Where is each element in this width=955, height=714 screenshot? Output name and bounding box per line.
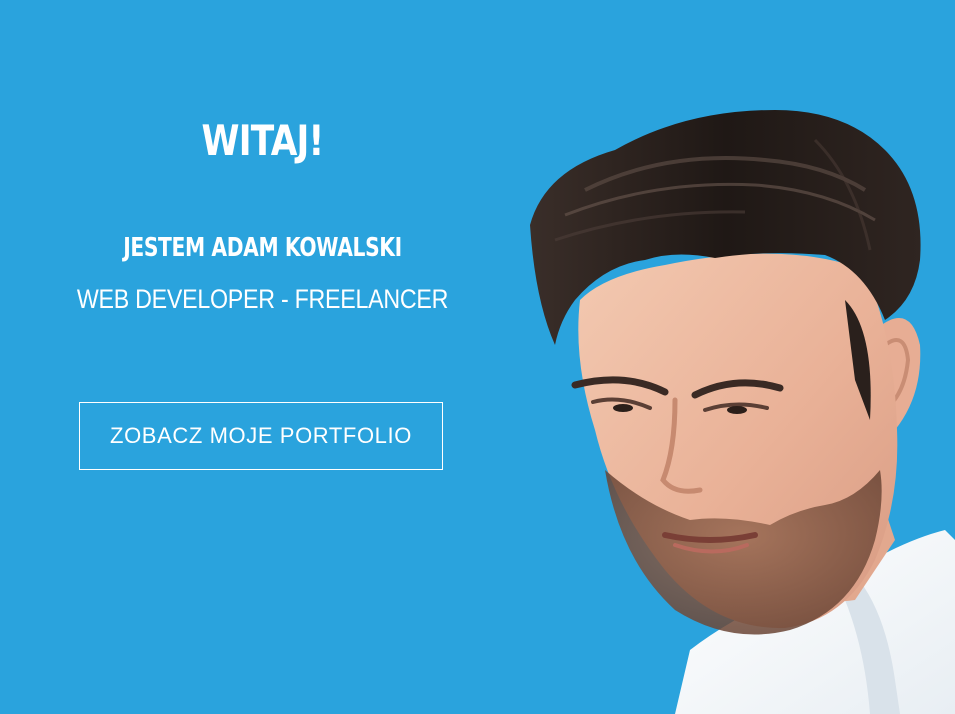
portrait-image: [525, 0, 955, 714]
portfolio-button[interactable]: ZOBACZ MOJE PORTFOLIO: [79, 402, 443, 470]
intro-block: WITAJ! JESTEM ADAM KOWALSKI WEB DEVELOPE…: [0, 0, 525, 714]
greeting-heading: WITAJ!: [201, 116, 325, 165]
hero-section: WITAJ! JESTEM ADAM KOWALSKI WEB DEVELOPE…: [0, 0, 955, 714]
role-subtitle: WEB DEVELOPER - FREELANCER: [76, 284, 449, 314]
name-heading: JESTEM ADAM KOWALSKI: [123, 233, 402, 263]
portrait-illustration: [530, 110, 955, 714]
